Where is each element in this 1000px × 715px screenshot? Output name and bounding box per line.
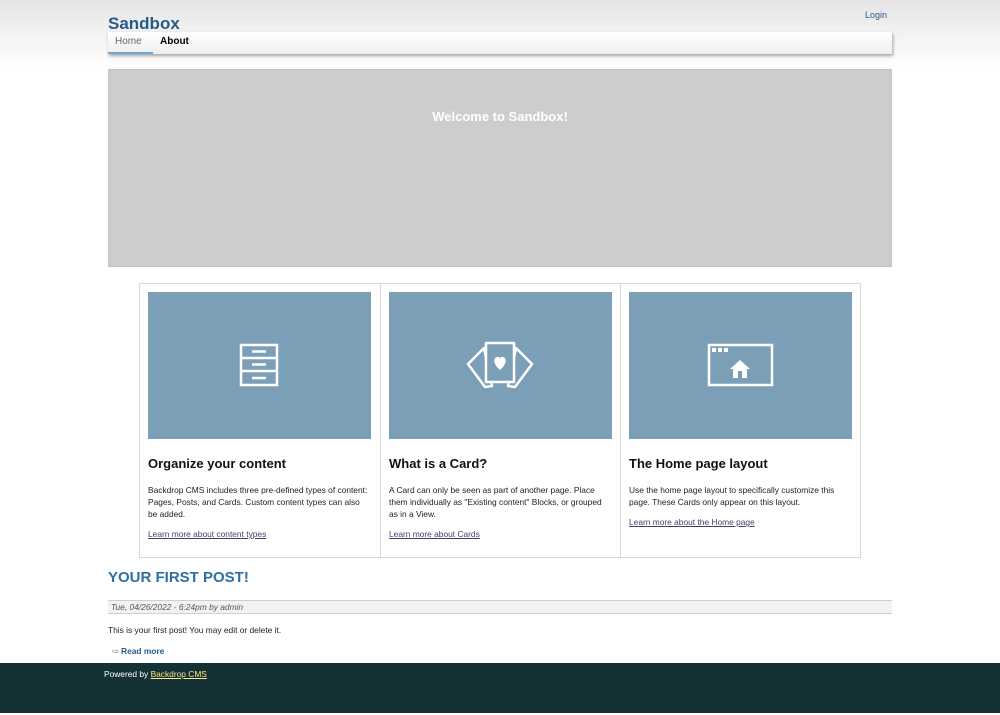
card-what-is-card: What is a Card? A Card can only be seen … [380,284,620,557]
backdrop-cms-link[interactable]: Backdrop CMS [151,669,207,679]
cards-row: Organize your content Backdrop CMS inclu… [139,283,861,558]
drawers-icon [239,343,279,387]
footer-credit: Powered by Backdrop CMS [104,669,207,679]
post-meta: Tue, 04/26/2022 - 6:24pm by admin [108,600,892,614]
hero-banner: Welcome to Sandbox! [108,69,892,267]
main-menu: Home About [108,32,892,54]
footer: Powered by Backdrop CMS [0,663,1000,713]
card-link-home-page[interactable]: Learn more about the Home page [629,517,755,527]
post-body: This is your first post! You may edit or… [108,625,282,635]
card-title: What is a Card? [389,456,488,471]
card-text: A Card can only be seen as part of anoth… [389,485,602,519]
card-image [389,292,612,439]
card-text: Backdrop CMS includes three pre-defined … [148,485,368,519]
read-more-label: Read more [121,646,165,656]
active-tab-indicator [108,52,153,54]
card-title: Organize your content [148,456,286,471]
browser-home-icon [707,343,774,387]
cards-heart-icon [466,341,534,389]
powered-by-text: Powered by [104,669,149,679]
menu-item-home[interactable]: Home [115,36,142,47]
card-link-cards[interactable]: Learn more about Cards [389,529,480,539]
card-organize-content: Organize your content Backdrop CMS inclu… [140,284,380,557]
hero-title: Welcome to Sandbox! [432,109,568,124]
read-more-link[interactable]: ⇨ Read more [112,646,164,656]
card-home-layout: The Home page layout Use the home page l… [620,284,860,557]
post-title[interactable]: YOUR FIRST POST! [108,569,249,586]
login-link[interactable]: Login [865,10,887,20]
menu-item-about[interactable]: About [160,36,189,47]
card-image [148,292,371,439]
card-title: The Home page layout [629,456,768,471]
card-link-content-types[interactable]: Learn more about content types [148,529,266,539]
site-name-link[interactable]: Sandbox [108,14,180,34]
card-text: Use the home page layout to specifically… [629,485,835,507]
arrow-right-icon: ⇨ [112,646,120,656]
card-image [629,292,852,439]
